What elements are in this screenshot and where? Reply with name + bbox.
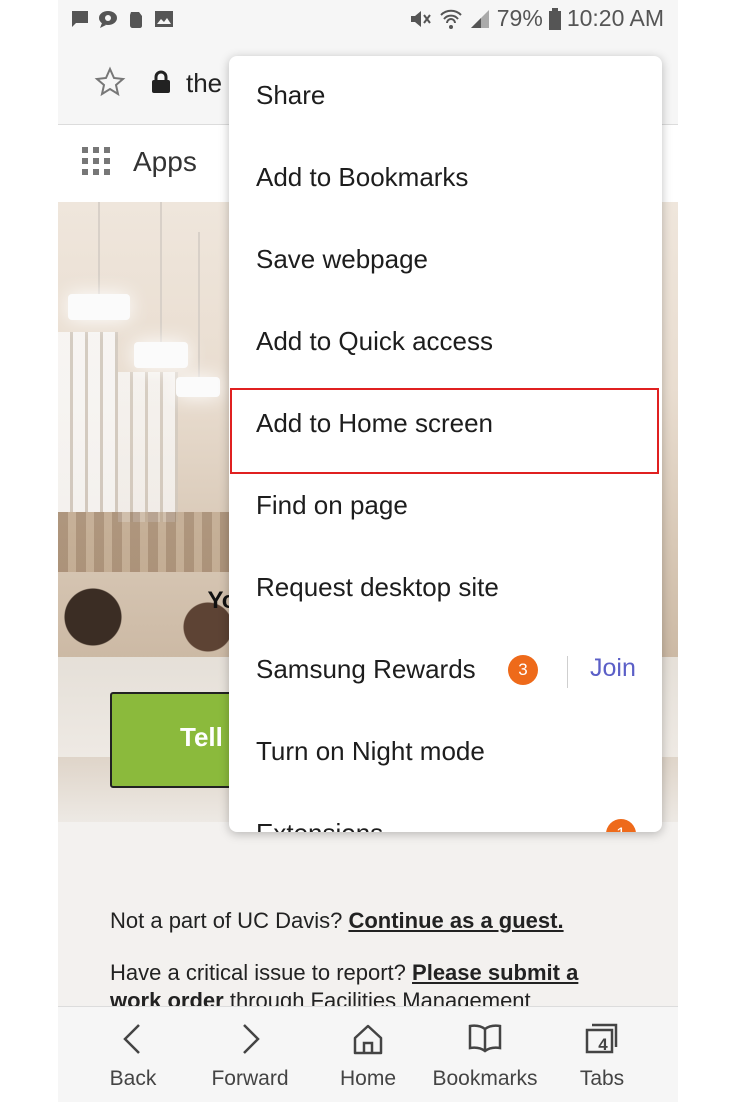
divider bbox=[567, 656, 568, 688]
menu-item-label[interactable]: Extensions bbox=[256, 818, 383, 832]
back-button[interactable]: Back bbox=[78, 1007, 188, 1102]
star-bookmark-icon[interactable] bbox=[94, 66, 126, 98]
apps-grid-icon[interactable] bbox=[82, 147, 110, 175]
critical-note: Have a critical issue to report? Please … bbox=[110, 960, 578, 986]
evernote-icon bbox=[130, 12, 142, 28]
home-icon[interactable] bbox=[352, 1021, 384, 1057]
ceiling-lamp bbox=[176, 377, 220, 397]
back-arrow-icon[interactable] bbox=[117, 1021, 149, 1057]
tabs-label[interactable]: Tabs bbox=[547, 1067, 657, 1091]
back-label[interactable]: Back bbox=[78, 1067, 188, 1091]
join-link[interactable]: Join bbox=[590, 654, 636, 683]
battery-percent: 79% bbox=[496, 5, 543, 31]
menu-item-label[interactable]: Share bbox=[256, 80, 325, 111]
lamp-cord bbox=[198, 232, 200, 377]
critical-issue-text: Have a critical issue to report? bbox=[110, 960, 406, 985]
bookmarks-label[interactable]: Bookmarks bbox=[430, 1067, 540, 1091]
menu-item-label[interactable]: Turn on Night mode bbox=[256, 736, 485, 767]
tabs-button[interactable]: 4 Tabs bbox=[547, 1007, 657, 1102]
menu-item-save-webpage[interactable]: Save webpage bbox=[229, 220, 662, 302]
guest-note: Not a part of UC Davis? Continue as a gu… bbox=[110, 908, 564, 934]
menu-item-add-bookmarks[interactable]: Add to Bookmarks bbox=[229, 138, 662, 220]
menu-item-night-mode[interactable]: Turn on Night mode bbox=[229, 712, 662, 794]
ceiling-lamp bbox=[134, 342, 188, 368]
menu-item-label[interactable]: Request desktop site bbox=[256, 572, 499, 603]
bottom-navigation: Back Forward Home Bookmarks 4 Tabs bbox=[58, 1006, 678, 1102]
wifi-icon bbox=[440, 9, 462, 29]
menu-item-label[interactable]: Add to Quick access bbox=[256, 326, 493, 357]
library-window bbox=[118, 372, 178, 522]
menu-item-find-on-page[interactable]: Find on page bbox=[229, 466, 662, 548]
status-bar: 79% 10:20 AM bbox=[58, 0, 678, 40]
menu-item-share[interactable]: Share bbox=[229, 56, 662, 138]
home-label[interactable]: Home bbox=[313, 1067, 423, 1091]
ceiling-lamp bbox=[68, 294, 130, 320]
library-window bbox=[58, 332, 118, 512]
menu-item-label[interactable]: Samsung Rewards bbox=[256, 654, 476, 685]
continue-guest-link[interactable]: Continue as a guest. bbox=[348, 908, 563, 933]
forward-label[interactable]: Forward bbox=[195, 1067, 305, 1091]
menu-item-quick-access[interactable]: Add to Quick access bbox=[229, 302, 662, 384]
message-icon bbox=[72, 11, 88, 27]
menu-item-samsung-rewards[interactable]: Samsung Rewards 3 Join bbox=[229, 630, 662, 712]
signal-icon bbox=[470, 9, 489, 28]
battery-icon bbox=[548, 7, 561, 30]
menu-item-label[interactable]: Save webpage bbox=[256, 244, 428, 275]
open-book-icon[interactable] bbox=[467, 1021, 503, 1057]
browser-overflow-menu: Share Add to Bookmarks Save webpage Add … bbox=[229, 56, 662, 832]
submit-link[interactable]: Please submit a bbox=[412, 960, 578, 985]
lock-icon bbox=[152, 70, 170, 93]
menu-item-extensions[interactable]: Extensions 1 bbox=[229, 794, 662, 832]
rewards-count-badge: 3 bbox=[508, 655, 538, 685]
home-button[interactable]: Home bbox=[313, 1007, 423, 1102]
image-icon bbox=[155, 11, 173, 27]
highlight-box bbox=[230, 388, 659, 474]
menu-item-label[interactable]: Find on page bbox=[256, 490, 408, 521]
url-text[interactable]: the bbox=[186, 68, 222, 99]
mute-icon bbox=[410, 10, 431, 27]
forward-arrow-icon[interactable] bbox=[234, 1021, 266, 1057]
tabs-count[interactable]: 4 bbox=[593, 1035, 613, 1055]
menu-item-label[interactable]: Add to Bookmarks bbox=[256, 162, 468, 193]
menu-item-request-desktop[interactable]: Request desktop site bbox=[229, 548, 662, 630]
lamp-cord bbox=[98, 202, 100, 294]
forward-button[interactable]: Forward bbox=[195, 1007, 305, 1102]
not-part-text: Not a part of UC Davis? bbox=[110, 908, 343, 933]
extensions-count-badge: 1 bbox=[606, 819, 636, 832]
bookmarks-button[interactable]: Bookmarks bbox=[430, 1007, 540, 1102]
tell-us-label[interactable]: Tell bbox=[180, 722, 223, 753]
clock: 10:20 AM bbox=[566, 5, 664, 31]
apps-label[interactable]: Apps bbox=[133, 146, 197, 178]
lamp-cord bbox=[160, 202, 162, 342]
chat-bubble-icon bbox=[99, 11, 117, 28]
